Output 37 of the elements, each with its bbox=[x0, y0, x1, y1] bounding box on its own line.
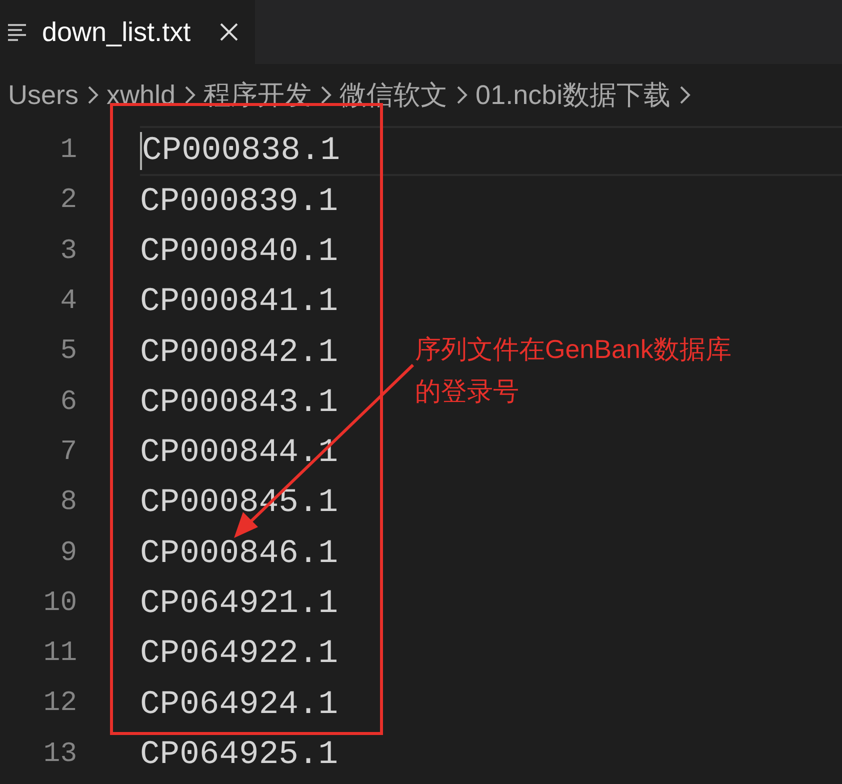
text-cursor bbox=[140, 132, 142, 170]
chevron-icon bbox=[184, 85, 196, 105]
annotation-text: 序列文件在GenBank数据库 bbox=[415, 333, 732, 366]
annotation-text: 的登录号 bbox=[415, 375, 520, 408]
chevron-icon bbox=[86, 85, 99, 105]
line-number: 2 bbox=[59, 184, 77, 218]
code-line: CP000846.1 bbox=[140, 534, 338, 574]
tab-title: down_list.txt bbox=[42, 16, 191, 49]
line-number: 10 bbox=[42, 586, 77, 621]
line-number: 7 bbox=[59, 436, 77, 470]
code-line: CP000842.1 bbox=[140, 332, 338, 373]
chevron-icon bbox=[320, 85, 332, 105]
code-line: CP064924.1 bbox=[140, 684, 338, 725]
close-icon[interactable] bbox=[218, 22, 239, 42]
code-line: CP000839.1 bbox=[140, 182, 338, 222]
editor-tab[interactable]: down_list.txt bbox=[0, 0, 255, 64]
line-number: 13 bbox=[42, 738, 77, 772]
breadcrumb-item[interactable]: 01.ncbi数据下载 bbox=[476, 74, 671, 116]
line-number: 6 bbox=[59, 386, 77, 420]
line-number: 1 bbox=[59, 134, 77, 168]
code-line: CP064921.1 bbox=[140, 584, 338, 624]
line-number: 8 bbox=[59, 486, 77, 520]
line-number: 11 bbox=[42, 637, 77, 672]
line-number: 5 bbox=[59, 335, 77, 370]
breadcrumb-item[interactable]: Users bbox=[8, 74, 79, 116]
code-line: CP000843.1 bbox=[140, 382, 338, 423]
chevron-icon bbox=[678, 85, 691, 105]
code-line: CP064922.1 bbox=[140, 634, 338, 674]
code-line: CP064925.1 bbox=[140, 734, 338, 775]
code-line: CP000838.1 bbox=[142, 131, 340, 172]
code-line: CP000840.1 bbox=[140, 232, 338, 272]
line-number: 4 bbox=[59, 285, 77, 320]
line-number: 12 bbox=[42, 687, 77, 722]
chevron-icon bbox=[456, 85, 468, 105]
line-number: 3 bbox=[59, 234, 77, 269]
line-number: 9 bbox=[59, 536, 77, 571]
code-line: CP000841.1 bbox=[140, 282, 338, 322]
